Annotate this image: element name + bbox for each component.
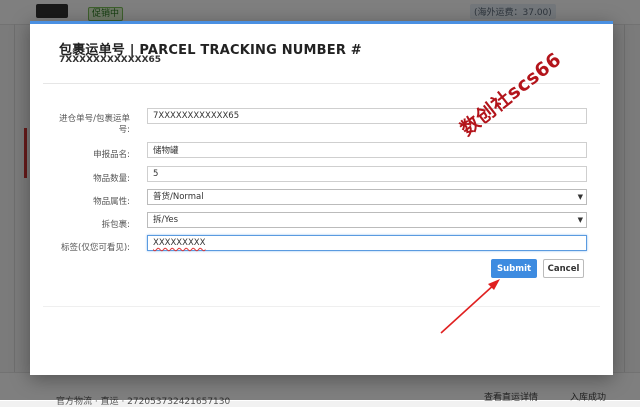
modal-subtitle: 7XXXXXXXXXXXX65 bbox=[59, 55, 162, 65]
tag-value: XXXXXXXXX bbox=[153, 238, 206, 248]
modal-footer-divider bbox=[43, 306, 600, 307]
item-attribute-value: 普货/Normal bbox=[153, 192, 204, 202]
tracking-number-label: 进仓单号/包裹运单号: bbox=[59, 114, 130, 135]
tag-label: 标签(仅您可看见): bbox=[61, 243, 130, 253]
submit-button[interactable]: Submit bbox=[491, 259, 537, 278]
item-attribute-select[interactable]: 普货/Normal ▼ bbox=[147, 189, 587, 205]
unpack-select[interactable]: 拆/Yes ▼ bbox=[147, 212, 587, 228]
chevron-down-icon: ▼ bbox=[577, 216, 583, 224]
chevron-down-icon: ▼ bbox=[577, 193, 583, 201]
product-name-label: 申报品名: bbox=[93, 150, 130, 160]
tracking-number-input[interactable] bbox=[147, 108, 587, 124]
unpack-label: 拆包裹: bbox=[101, 220, 130, 230]
quantity-input[interactable] bbox=[147, 166, 587, 182]
product-name-input[interactable] bbox=[147, 142, 587, 158]
cancel-button[interactable]: Cancel bbox=[543, 259, 584, 278]
tag-input[interactable]: XXXXXXXXX bbox=[147, 235, 587, 251]
quantity-label: 物品数量: bbox=[93, 174, 130, 184]
unpack-value: 拆/Yes bbox=[153, 215, 179, 225]
item-attribute-label: 物品属性: bbox=[93, 197, 130, 207]
